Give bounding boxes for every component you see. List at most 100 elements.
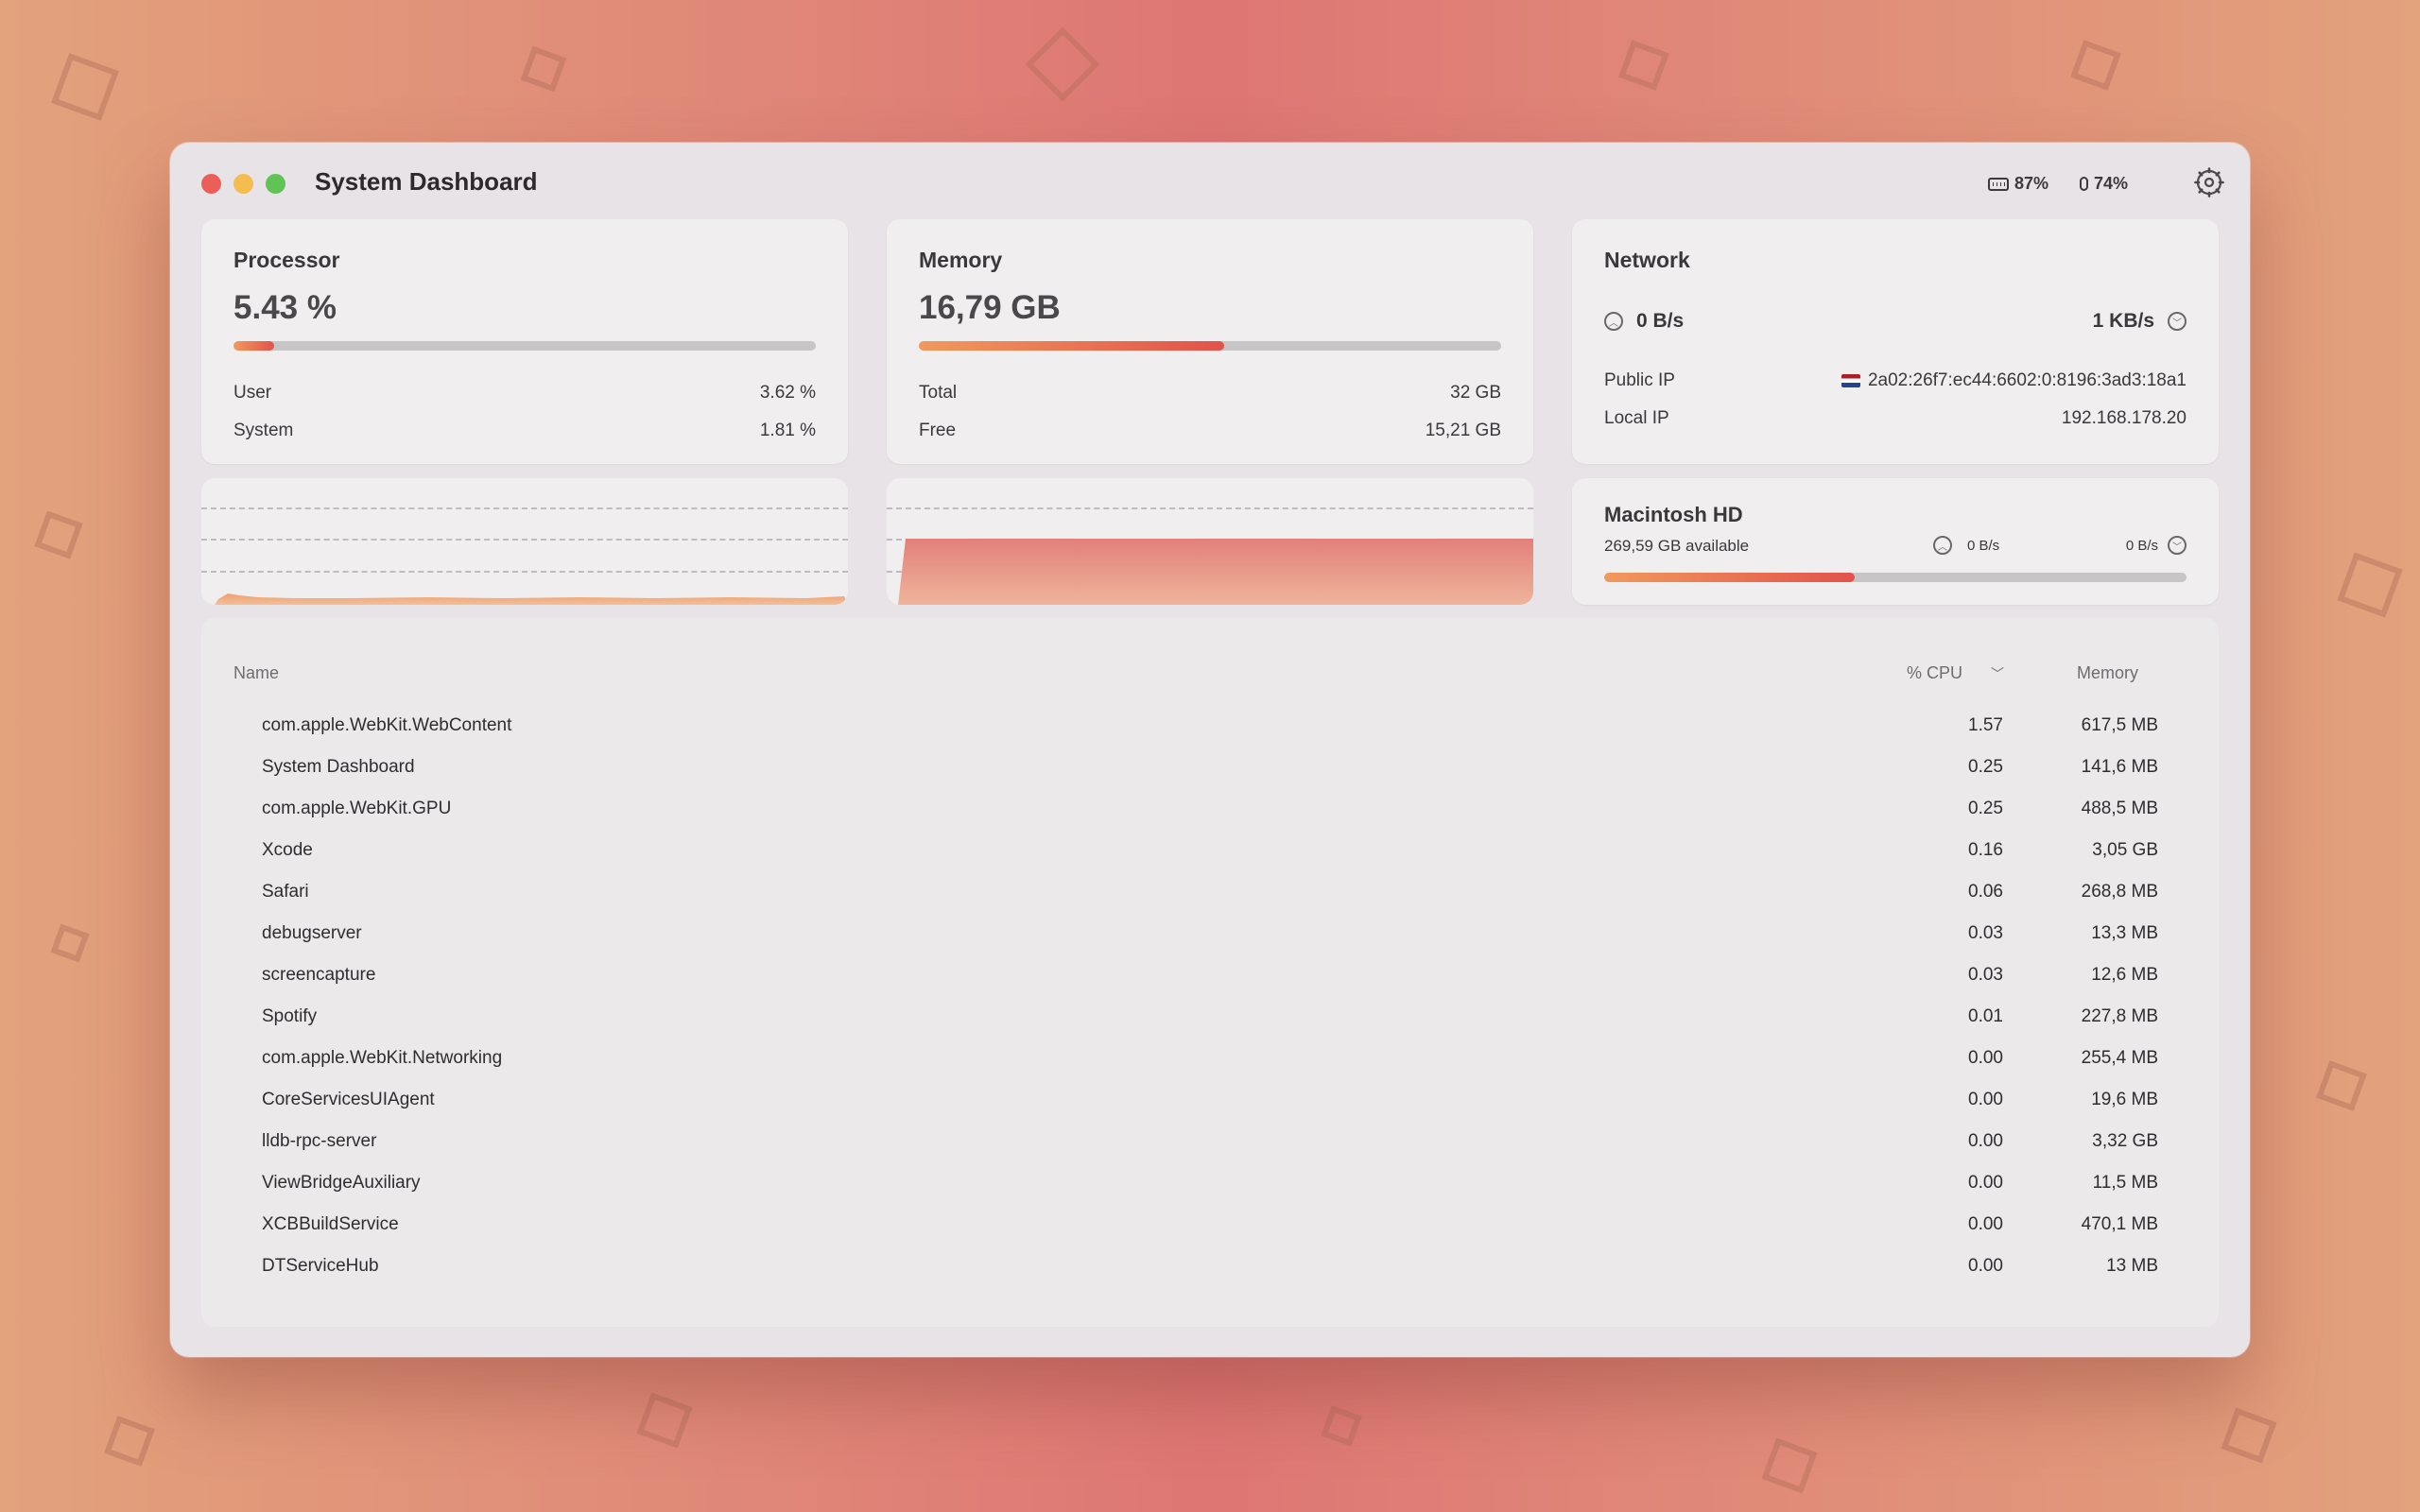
process-cpu: 0.25: [1968, 757, 2003, 777]
network-card: Network ︿ 0 B/s 1 KB/s ﹀ Public IP 2a02:…: [1572, 219, 2219, 464]
process-memory: 13 MB: [2106, 1256, 2158, 1276]
process-name: com.apple.WebKit.GPU: [262, 799, 452, 818]
cpu-header-label: % CPU: [1907, 663, 1963, 682]
process-row[interactable]: CoreServicesUIAgent 0.00 19,6 MB: [201, 1080, 2219, 1122]
close-button[interactable]: [201, 174, 221, 194]
network-title: Network: [1604, 248, 1690, 272]
process-cpu: 0.00: [1968, 1214, 2003, 1234]
process-row[interactable]: ViewBridgeAuxiliary 0.00 11,5 MB: [201, 1163, 2219, 1205]
process-cpu: 0.00: [1968, 1090, 2003, 1109]
user-value: 3.62 %: [759, 383, 816, 403]
zoom-button[interactable]: [266, 174, 285, 194]
disk-card: Macintosh HD 269,59 GB available ︿ 0 B/s…: [1572, 478, 2219, 605]
public-ip-label: Public IP: [1604, 370, 1675, 390]
process-memory: 11,5 MB: [2092, 1173, 2158, 1193]
title-bar: System Dashboard 87% 74%: [170, 143, 2250, 218]
process-name: screencapture: [262, 965, 376, 985]
process-row[interactable]: XCBBuildService 0.00 470,1 MB: [201, 1205, 2219, 1246]
minimize-button[interactable]: [233, 174, 253, 194]
memory-usage-value: 16,79 GB: [919, 289, 1061, 326]
process-cpu: 0.03: [1968, 965, 2003, 985]
total-label: Total: [919, 383, 958, 403]
keyboard-battery: 87%: [1988, 174, 2048, 194]
processor-usage-fill: [233, 341, 275, 351]
process-row[interactable]: screencapture 0.03 12,6 MB: [201, 955, 2219, 997]
process-cpu: 0.00: [1968, 1173, 2003, 1193]
window-title: System Dashboard: [315, 167, 538, 196]
processor-title: Processor: [233, 248, 340, 272]
public-ip-value: 2a02:26f7:ec44:6602:0:8196:3ad3:18a1: [1867, 370, 2187, 390]
public-ip: 2a02:26f7:ec44:6602:0:8196:3ad3:18a1: [1841, 370, 2187, 391]
process-memory: 12,6 MB: [2091, 965, 2158, 985]
download-arrow-icon: ﹀: [2168, 312, 2187, 331]
process-row[interactable]: Spotify 0.01 227,8 MB: [201, 997, 2219, 1039]
process-row[interactable]: com.apple.WebKit.WebContent 1.57 617,5 MB: [201, 706, 2219, 747]
user-label: User: [233, 383, 272, 403]
processor-card: Processor 5.43 % User 3.62 % System 1.81…: [201, 219, 848, 464]
memory-title: Memory: [919, 248, 1003, 272]
sort-descending-icon: ﹀: [1991, 665, 2005, 681]
download-rate-value: 1 KB/s: [2092, 310, 2154, 332]
upload-rate-value: 0 B/s: [1636, 310, 1685, 332]
disk-read-rate: ︿ 0 B/s: [1933, 536, 1999, 555]
local-ip-label: Local IP: [1604, 408, 1669, 428]
process-name: com.apple.WebKit.WebContent: [262, 715, 512, 735]
process-memory: 470,1 MB: [2081, 1214, 2158, 1234]
process-memory: 13,3 MB: [2091, 923, 2158, 943]
memory-history-area: [898, 539, 1533, 605]
upload-rate: ︿ 0 B/s: [1604, 310, 1684, 333]
disk-available: 269,59 GB available: [1604, 537, 1750, 555]
disk-write-rate: 0 B/s ﹀: [2126, 536, 2187, 555]
process-name: lldb-rpc-server: [262, 1131, 377, 1151]
local-ip-value: 192.168.178.20: [2061, 408, 2187, 428]
processor-usage-bar: [233, 341, 816, 351]
process-cpu: 0.01: [1968, 1006, 2003, 1026]
process-cpu: 0.25: [1968, 799, 2003, 818]
memory-card: Memory 16,79 GB Total 32 GB Free 15,21 G…: [887, 219, 1533, 464]
mouse-battery-value: 74%: [2094, 174, 2129, 193]
system-label: System: [233, 421, 294, 440]
process-name: Spotify: [262, 1006, 318, 1026]
keyboard-battery-value: 87%: [2014, 174, 2049, 193]
process-row[interactable]: Safari 0.06 268,8 MB: [201, 872, 2219, 914]
process-row[interactable]: DTServiceHub 0.00 13 MB: [201, 1246, 2219, 1288]
process-cpu: 0.00: [1968, 1131, 2003, 1151]
process-row[interactable]: lldb-rpc-server 0.00 3,32 GB: [201, 1122, 2219, 1163]
disk-write-arrow-icon: ﹀: [2168, 536, 2187, 555]
process-row[interactable]: debugserver 0.03 13,3 MB: [201, 914, 2219, 955]
process-name: com.apple.WebKit.Networking: [262, 1048, 503, 1068]
netherlands-flag-icon: [1841, 374, 1860, 387]
process-cpu: 0.16: [1968, 840, 2003, 860]
process-memory: 3,05 GB: [2092, 840, 2158, 860]
column-header-cpu[interactable]: % CPU ﹀: [1907, 663, 2004, 683]
mouse-battery: 74%: [2080, 174, 2128, 194]
disk-title: Macintosh HD: [1604, 503, 1743, 526]
process-cpu: 1.57: [1968, 715, 2003, 735]
process-row[interactable]: com.apple.WebKit.Networking 0.00 255,4 MB: [201, 1039, 2219, 1080]
process-name: ViewBridgeAuxiliary: [262, 1173, 421, 1193]
process-memory: 3,32 GB: [2092, 1131, 2158, 1151]
processor-usage-value: 5.43 %: [233, 289, 337, 326]
disk-usage-fill: [1604, 573, 1855, 582]
process-memory: 19,6 MB: [2091, 1090, 2158, 1109]
process-name: Safari: [262, 882, 309, 902]
process-row[interactable]: Xcode 0.16 3,05 GB: [201, 831, 2219, 872]
disk-read-value: 0 B/s: [1967, 537, 2000, 554]
disk-usage-bar: [1604, 573, 2187, 582]
cpu-history-area: [215, 593, 848, 605]
process-name: Xcode: [262, 840, 313, 860]
memory-history-graph: [887, 478, 1533, 605]
settings-gear-icon[interactable]: [2194, 167, 2224, 198]
process-row[interactable]: System Dashboard 0.25 141,6 MB: [201, 747, 2219, 789]
process-row[interactable]: com.apple.WebKit.GPU 0.25 488,5 MB: [201, 789, 2219, 831]
process-memory: 488,5 MB: [2081, 799, 2158, 818]
column-header-name[interactable]: Name: [233, 663, 279, 683]
memory-usage-bar: [919, 341, 1501, 351]
column-header-memory[interactable]: Memory: [2077, 663, 2138, 683]
upload-arrow-icon: ︿: [1604, 312, 1623, 331]
process-memory: 268,8 MB: [2081, 882, 2158, 902]
process-name: CoreServicesUIAgent: [262, 1090, 435, 1109]
process-memory: 617,5 MB: [2081, 715, 2158, 735]
process-cpu: 0.00: [1968, 1256, 2003, 1276]
process-cpu: 0.03: [1968, 923, 2003, 943]
